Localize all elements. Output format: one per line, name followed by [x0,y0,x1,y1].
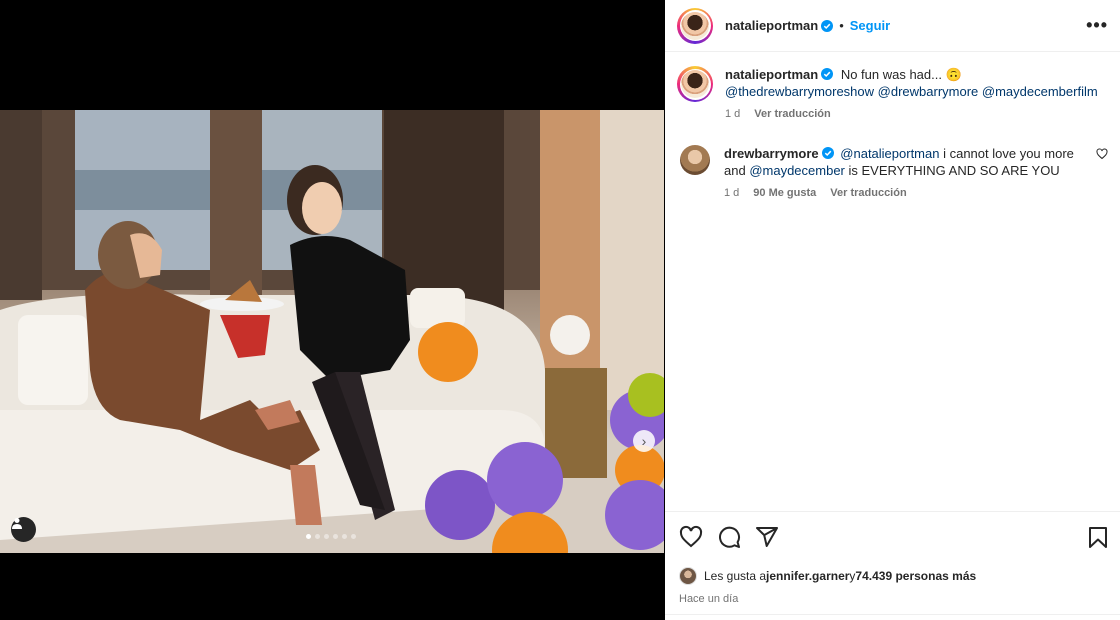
action-bar: Les gusta a jennifer.garner y 74.439 per… [665,511,1120,605]
comment-likes[interactable]: 90 Me gusta [753,185,816,202]
likes-prefix: Les gusta a [704,569,767,583]
carousel-dots [306,534,356,539]
commenter-avatar[interactable] [680,145,710,175]
share-icon [756,527,778,547]
verified-icon [821,19,834,32]
caption-mention[interactable]: @thedrewbarrymoreshow [725,84,874,99]
caption-time[interactable]: 1 d [725,106,740,123]
verified-icon [821,68,834,80]
caption-mention[interactable]: @drewbarrymore [878,84,979,99]
comment-time[interactable]: 1 d [724,185,739,202]
comment-like-heart-icon[interactable] [1096,148,1108,160]
divider [665,614,1120,615]
comment-text: is EVERYTHING AND SO ARE YOU [844,163,1060,178]
post-side-panel: natalieportman • Seguir ••• natalieportm… [665,0,1120,620]
comments-section: natalieportman No fun was had... 🙃 @thed… [665,52,1120,202]
carousel-dot [351,534,356,539]
heart-icon [679,525,703,548]
liker-avatar[interactable] [679,567,697,585]
carousel-dot [315,534,320,539]
chevron-right-icon: › [641,433,647,449]
caption: natalieportman No fun was had... 🙃 @thed… [677,66,1108,123]
comment-icon [719,526,741,548]
comment-translate-button[interactable]: Ver traducción [830,185,906,202]
author-username[interactable]: natalieportman [725,18,818,33]
more-icon[interactable]: ••• [1086,15,1108,36]
caption-translate-button[interactable]: Ver traducción [754,106,830,123]
user-tag-icon [12,518,22,529]
carousel-dot [342,534,347,539]
next-photo-button[interactable]: › [633,430,655,452]
verified-icon [821,147,834,159]
comment-item: drewbarrymore @natalieportman i cannot l… [677,145,1108,202]
caption-text: No fun was had... 🙃 [840,67,962,82]
caption-mention[interactable]: @maydecemberfilm [982,84,1098,99]
carousel-dot [306,534,311,539]
bookmark-icon [1089,527,1107,548]
commenter-username[interactable]: drewbarrymore [724,146,819,161]
likes-summary: Les gusta a jennifer.garner y 74.439 per… [679,567,1108,585]
comment-mention[interactable]: @natalieportman [840,146,939,161]
caption-username[interactable]: natalieportman [725,67,818,82]
caption-avatar[interactable] [677,66,713,102]
user-tag-button[interactable] [11,517,36,542]
post-photo[interactable]: › [0,110,664,553]
like-button[interactable] [679,525,703,549]
post-header: natalieportman • Seguir ••• [665,0,1120,52]
post-timestamp[interactable]: Hace un día [679,593,1108,605]
share-button[interactable] [755,525,779,549]
carousel-dot [324,534,329,539]
comment-button[interactable] [717,525,741,549]
separator-bullet: • [839,18,844,33]
liker-username[interactable]: jennifer.garner [766,569,849,583]
likes-count[interactable]: 74.439 personas más [855,569,976,583]
author-avatar[interactable] [677,7,713,44]
save-button[interactable] [1088,526,1108,548]
follow-button[interactable]: Seguir [850,18,890,33]
media-column: › [0,0,664,620]
photo-scene [0,110,664,553]
carousel-dot [333,534,338,539]
comment-mention[interactable]: @maydecember [749,163,845,178]
